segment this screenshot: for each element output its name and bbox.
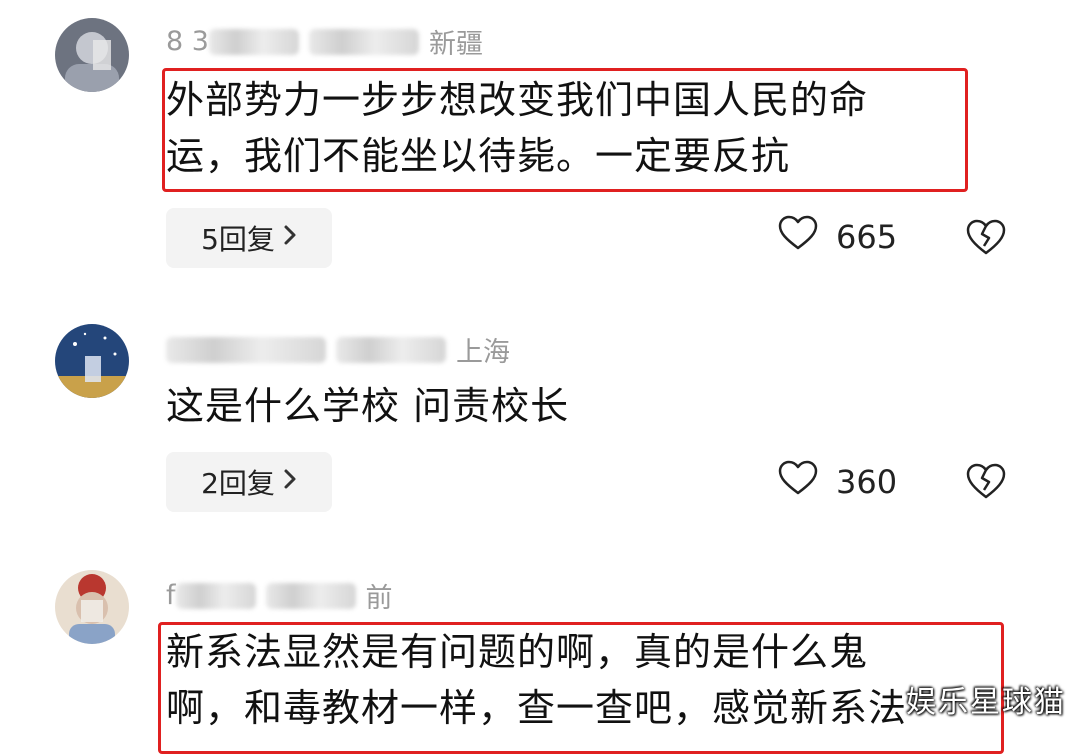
- heart-outline-icon: [778, 460, 818, 504]
- location: 前: [365, 583, 393, 614]
- username-blur: [166, 336, 326, 363]
- like-count: 665: [836, 218, 898, 256]
- comment-text-line: 新系法显然是有问题的啊，真的是什么鬼: [166, 630, 869, 674]
- chevron-right-icon: [283, 223, 297, 253]
- avatar[interactable]: [55, 324, 129, 398]
- location: 上海: [456, 337, 510, 368]
- replies-button[interactable]: 5回复: [166, 208, 332, 268]
- avatar[interactable]: [55, 570, 129, 644]
- like-button[interactable]: 665: [778, 215, 897, 259]
- username-blur: [308, 28, 419, 55]
- like-count: 360: [836, 463, 898, 501]
- replies-label: 2回复: [201, 467, 275, 500]
- comment-text-line: 这是什么学校 问责校长: [166, 384, 570, 428]
- username[interactable]: 8 3: [166, 26, 209, 57]
- comment-text-line: 运，我们不能坐以待毙。一定要反抗: [166, 134, 791, 178]
- comment-text: 新系法显然是有问题的啊，真的是什么鬼 啊，和毒教材一样，查一查吧，感觉新系法: [166, 624, 907, 736]
- username-blur: [208, 28, 299, 55]
- dislike-button[interactable]: [965, 218, 1007, 260]
- broken-heart-icon: [965, 219, 1007, 260]
- watermark: 娱乐星球猫: [906, 685, 1066, 720]
- like-button[interactable]: 360: [778, 460, 897, 504]
- comment-meta: 上海: [166, 330, 510, 369]
- comment-text-line: 外部势力一步步想改变我们中国人民的命: [166, 78, 869, 122]
- comment-meta: 8 3 新疆: [166, 22, 483, 61]
- username-blur: [265, 582, 356, 609]
- replies-label: 5回复: [201, 223, 275, 256]
- comment-text: 外部势力一步步想改变我们中国人民的命 运，我们不能坐以待毙。一定要反抗: [166, 72, 868, 184]
- username[interactable]: f: [166, 580, 176, 611]
- username-blur: [336, 336, 446, 363]
- avatar[interactable]: [55, 18, 129, 92]
- location: 新疆: [428, 29, 483, 60]
- broken-heart-icon: [965, 463, 1007, 504]
- chevron-right-icon: [283, 467, 297, 497]
- dislike-button[interactable]: [965, 462, 1007, 504]
- comment-text: 这是什么学校 问责校长: [166, 378, 569, 434]
- heart-outline-icon: [778, 215, 818, 259]
- comment-text-line: 啊，和毒教材一样，查一查吧，感觉新系法: [166, 686, 908, 730]
- replies-button[interactable]: 2回复: [166, 452, 332, 512]
- comment-meta: f 前: [166, 576, 393, 615]
- username-blur: [175, 582, 256, 609]
